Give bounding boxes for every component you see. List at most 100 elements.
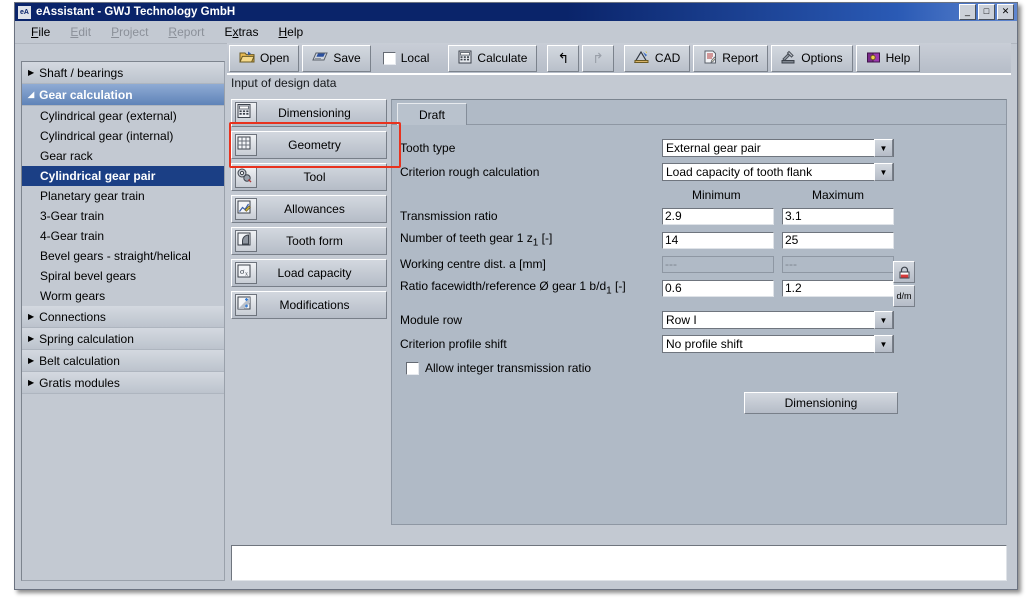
sidebar-item-3-gear-train[interactable]: 3-Gear train bbox=[22, 206, 224, 226]
minimize-button[interactable]: _ bbox=[959, 4, 976, 20]
nav-button-label: Modifications bbox=[257, 298, 386, 312]
tab-draft[interactable]: Draft bbox=[397, 103, 467, 125]
sidebar-group-label: Connections bbox=[39, 310, 106, 324]
sidebar-item-cylindrical-gear-external[interactable]: Cylindrical gear (external) bbox=[22, 106, 224, 126]
sidebar-item-planetary-gear-train[interactable]: Planetary gear train bbox=[22, 186, 224, 206]
section-label: Input of design data bbox=[231, 76, 336, 90]
menu-report[interactable]: Report bbox=[168, 25, 204, 39]
chevron-down-icon[interactable]: ▼ bbox=[874, 163, 893, 181]
undo-button[interactable]: ↰ bbox=[547, 45, 579, 72]
toolbar: Open Save Local Calculate bbox=[227, 43, 1011, 75]
tooth-type-value: External gear pair bbox=[663, 141, 874, 155]
nav-button-tool[interactable]: Tool bbox=[231, 163, 387, 191]
minimum-input[interactable]: 2.9 bbox=[662, 208, 774, 225]
minimum-input[interactable]: 0.6 bbox=[662, 280, 774, 297]
report-button[interactable]: Report bbox=[693, 45, 768, 72]
field-label: Number of teeth gear 1 z1 [-] bbox=[400, 231, 662, 248]
maximum-input[interactable]: 25 bbox=[782, 232, 894, 249]
tooth-type-select[interactable]: External gear pair ▼ bbox=[662, 139, 894, 157]
sidebar-group-label: Belt calculation bbox=[39, 354, 120, 368]
maximum-input[interactable]: 3.1 bbox=[782, 208, 894, 225]
criterion-rough-value: Load capacity of tooth flank bbox=[663, 165, 874, 179]
chevron-down-icon[interactable]: ▼ bbox=[874, 335, 893, 353]
menu-help[interactable]: Help bbox=[278, 25, 303, 39]
menu-file[interactable]: File bbox=[31, 25, 50, 39]
sidebar-item-label: Gear rack bbox=[40, 149, 93, 163]
options-label: Options bbox=[801, 51, 842, 65]
nav-button-allowances[interactable]: Allowances bbox=[231, 195, 387, 223]
nav-button-column: Dimensioning Geometry Tool Allowances Tooth … bbox=[231, 99, 387, 323]
gears-icon bbox=[235, 166, 257, 188]
svg-text:x: x bbox=[245, 272, 248, 278]
module-row-select[interactable]: Row I ▼ bbox=[662, 311, 894, 329]
sidebar-item-cylindrical-gear-internal[interactable]: Cylindrical gear (internal) bbox=[22, 126, 224, 146]
options-button[interactable]: Options bbox=[771, 45, 852, 72]
sidebar-item-gear-rack[interactable]: Gear rack bbox=[22, 146, 224, 166]
sidebar-item-4-gear-train[interactable]: 4-Gear train bbox=[22, 226, 224, 246]
message-box[interactable] bbox=[231, 545, 1007, 581]
sidebar-group-gratis-modules[interactable]: ▶Gratis modules bbox=[22, 372, 224, 394]
nav-button-load-capacity[interactable]: σxLoad capacity bbox=[231, 259, 387, 287]
open-button[interactable]: Open bbox=[229, 45, 299, 72]
help-button[interactable]: Help bbox=[856, 45, 921, 72]
dimensioning-action-button[interactable]: Dimensioning bbox=[744, 392, 898, 414]
sidebar-group-belt-calculation[interactable]: ▶ Belt calculation bbox=[22, 350, 224, 372]
folder-open-icon bbox=[239, 50, 255, 67]
sidebar-item-bevel-gears-straight-helical[interactable]: Bevel gears - straight/helical bbox=[22, 246, 224, 266]
sidebar-gear-items: Cylindrical gear (external) Cylindrical g… bbox=[22, 106, 224, 306]
nav-button-label: Allowances bbox=[257, 202, 386, 216]
nav-button-modifications[interactable]: Modifications bbox=[231, 291, 387, 319]
sidebar-group-connections[interactable]: ▶Connections bbox=[22, 306, 224, 328]
sigma-x-icon: σx bbox=[235, 262, 257, 284]
sidebar-group-spring-calculation[interactable]: ▶Spring calculation bbox=[22, 328, 224, 350]
sidebar-group-label: Shaft / bearings bbox=[39, 66, 123, 80]
open-label: Open bbox=[260, 51, 289, 65]
chevron-down-icon[interactable]: ▼ bbox=[874, 139, 893, 157]
sidebar-item-label: Cylindrical gear (internal) bbox=[40, 129, 173, 143]
menu-project[interactable]: Project bbox=[111, 25, 148, 39]
help-book-icon bbox=[866, 50, 881, 67]
allow-integer-checkbox[interactable]: Allow integer transmission ratio bbox=[406, 361, 591, 375]
minimum-input[interactable]: 14 bbox=[662, 232, 774, 249]
close-button[interactable]: ✕ bbox=[997, 4, 1014, 20]
sidebar-item-worm-gears[interactable]: Worm gears bbox=[22, 286, 224, 306]
chevron-right-icon: ▶ bbox=[28, 356, 34, 365]
help-label: Help bbox=[886, 51, 911, 65]
sidebar-group-gear-calculation[interactable]: ◢ Gear calculation bbox=[22, 84, 224, 106]
sidebar-group-shaft-bearings[interactable]: ▶ Shaft / bearings bbox=[22, 62, 224, 84]
criterion-rough-select[interactable]: Load capacity of tooth flank ▼ bbox=[662, 163, 894, 181]
sidebar-item-cylindrical-gear-pair[interactable]: Cylindrical gear pair bbox=[22, 166, 224, 186]
sidebar-item-spiral-bevel-gears[interactable]: Spiral bevel gears bbox=[22, 266, 224, 286]
local-checkbox[interactable]: Local bbox=[374, 46, 439, 71]
redo-button[interactable]: ↱ bbox=[582, 45, 614, 72]
nav-button-geometry[interactable]: Geometry bbox=[231, 131, 387, 159]
ratio-dm-icon[interactable]: d/m bbox=[893, 285, 915, 307]
calculator-icon bbox=[235, 102, 257, 124]
cad-button[interactable]: CAD bbox=[624, 45, 690, 72]
cad-drafting-icon bbox=[634, 50, 650, 67]
menu-edit[interactable]: Edit bbox=[70, 25, 91, 39]
tools-options-icon bbox=[781, 50, 796, 67]
nav-button-tooth-form[interactable]: Tooth form bbox=[231, 227, 387, 255]
column-header-minimum: Minimum bbox=[692, 188, 741, 202]
lock-icon[interactable] bbox=[893, 261, 915, 283]
checkbox-box-icon bbox=[406, 362, 419, 375]
column-header-maximum: Maximum bbox=[812, 188, 864, 202]
chevron-down-icon[interactable]: ▼ bbox=[874, 311, 893, 329]
calculate-button[interactable]: Calculate bbox=[448, 45, 537, 72]
tooth-type-label: Tooth type bbox=[400, 141, 662, 155]
field-module-row: Module row Row I ▼ bbox=[400, 310, 998, 330]
minimum-input[interactable]: --- bbox=[662, 256, 774, 273]
maximum-input[interactable]: 1.2 bbox=[782, 280, 894, 297]
grid-icon bbox=[235, 134, 257, 156]
maximize-button[interactable]: □ bbox=[978, 4, 995, 20]
menu-extras[interactable]: Extras bbox=[224, 25, 258, 39]
criterion-profile-shift-select[interactable]: No profile shift ▼ bbox=[662, 335, 894, 353]
nav-button-label: Dimensioning bbox=[257, 106, 386, 120]
save-button[interactable]: Save bbox=[302, 45, 370, 72]
local-label: Local bbox=[401, 51, 430, 65]
criterion-rough-label: Criterion rough calculation bbox=[400, 165, 662, 179]
nav-button-label: Tool bbox=[257, 170, 386, 184]
maximum-input[interactable]: --- bbox=[782, 256, 894, 273]
nav-button-dimensioning[interactable]: Dimensioning bbox=[231, 99, 387, 127]
